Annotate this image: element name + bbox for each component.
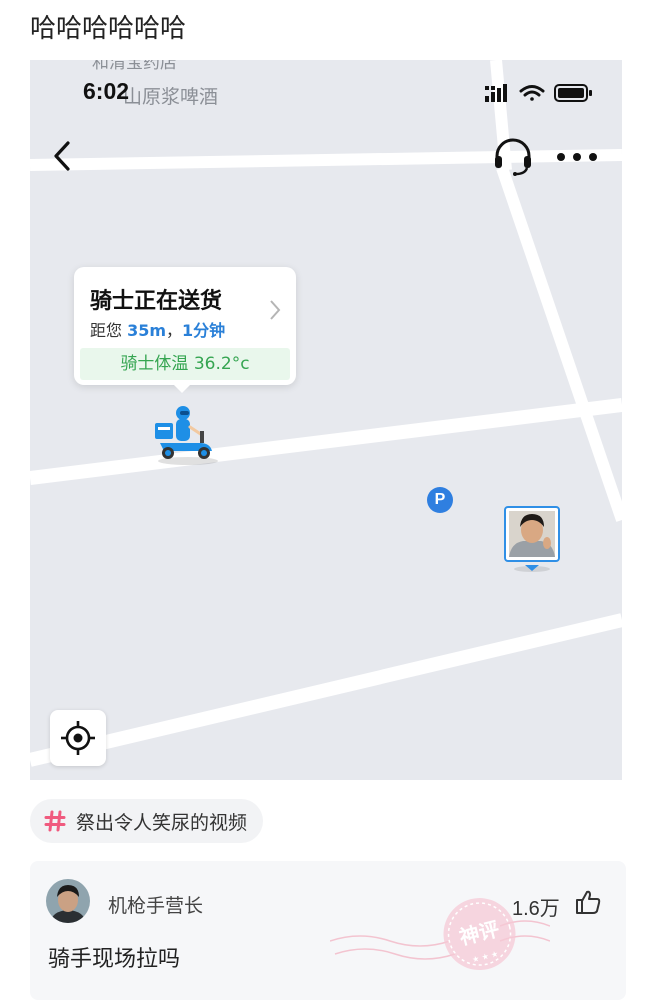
locate-icon bbox=[61, 721, 95, 755]
rider-temperature: 骑士体温 36.2°c bbox=[80, 348, 290, 380]
delivery-map[interactable]: 和清宝药店 山原浆啤酒 6:02 骑士正在送货 距您 35m，1分钟 骑士体温 … bbox=[30, 60, 622, 780]
locate-button[interactable] bbox=[50, 710, 106, 766]
headset-icon[interactable] bbox=[492, 136, 534, 176]
wifi-icon bbox=[519, 85, 545, 101]
street-label-top: 和清宝药店 bbox=[92, 60, 177, 73]
distance-value: 35m bbox=[127, 321, 167, 340]
hashtag-icon bbox=[44, 810, 66, 832]
avatar[interactable] bbox=[46, 879, 90, 923]
popup-title: 骑士正在送货 bbox=[90, 289, 223, 314]
distance-prefix: 距您 bbox=[90, 321, 128, 340]
thumbs-up-icon[interactable] bbox=[575, 889, 601, 915]
comment-username[interactable]: 机枪手营长 bbox=[108, 891, 203, 918]
status-icons bbox=[485, 84, 592, 102]
chevron-right-icon bbox=[270, 300, 281, 320]
topic-label: 祭出令人笑尿的视频 bbox=[76, 811, 248, 834]
topic-chip[interactable]: 祭出令人笑尿的视频 bbox=[30, 799, 264, 843]
like-count: 1.6万 bbox=[512, 898, 560, 920]
popup-distance-line: 距您 35m，1分钟 bbox=[90, 317, 225, 341]
rider-status-popup[interactable]: 骑士正在送货 距您 35m，1分钟 骑士体温 36.2°c bbox=[74, 267, 296, 393]
comment-text: 骑手现场拉吗 bbox=[48, 947, 181, 972]
eta-value: 1分钟 bbox=[182, 321, 226, 340]
signal-icon bbox=[485, 84, 507, 102]
post-title: 哈哈哈哈哈哈 bbox=[30, 14, 187, 44]
street-label: 山原浆啤酒 bbox=[123, 86, 219, 108]
distance-separator: ， bbox=[166, 321, 183, 340]
back-icon[interactable] bbox=[48, 138, 78, 174]
more-icon[interactable] bbox=[554, 142, 600, 172]
battery-icon bbox=[554, 84, 592, 102]
status-time: 6:02 bbox=[83, 78, 130, 104]
parking-icon[interactable]: P bbox=[427, 487, 453, 513]
top-comment: 神评 ★ ★ ★ 机枪手营长 骑手现场拉吗 1.6万 bbox=[30, 861, 626, 1000]
rider-scooter-icon bbox=[155, 406, 218, 465]
user-location-marker[interactable] bbox=[503, 505, 561, 573]
